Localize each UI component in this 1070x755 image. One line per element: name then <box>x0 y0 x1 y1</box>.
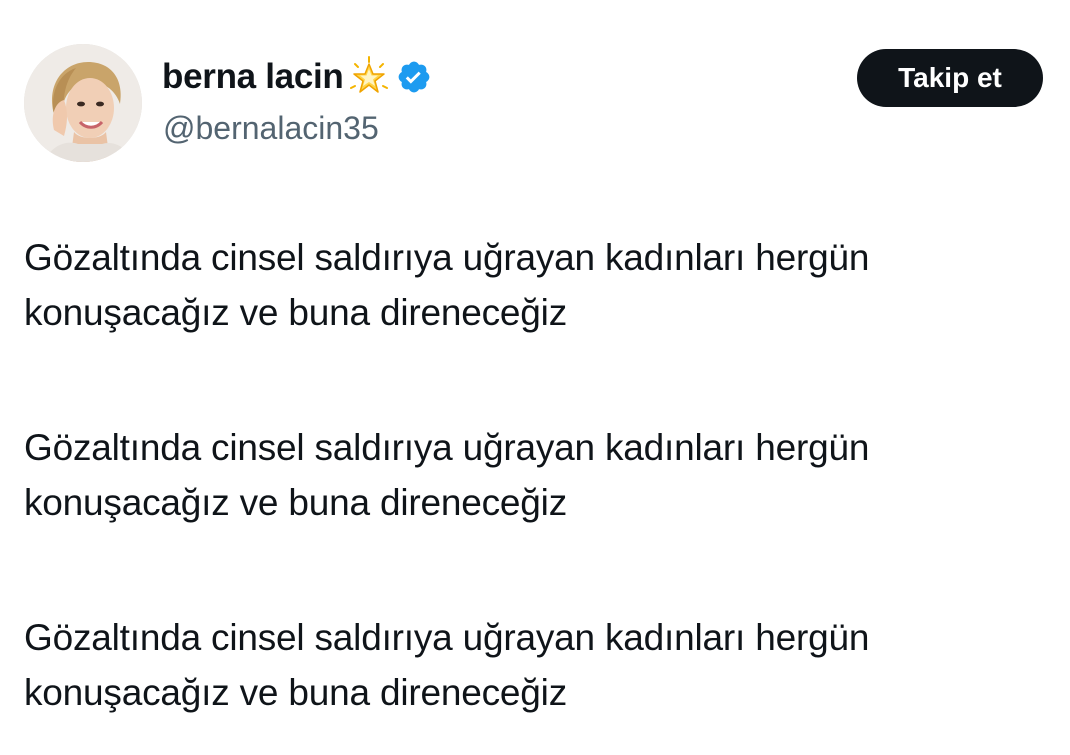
tweet-line: Gözaltında cinsel saldırıya uğrayan kadı… <box>24 427 870 468</box>
tweet-paragraph: Gözaltında cinsel saldırıya uğrayan kadı… <box>24 230 1064 340</box>
author-name-row[interactable]: berna lacin <box>162 52 432 102</box>
tweet-line: Gözaltında cinsel saldırıya uğrayan kadı… <box>24 237 870 278</box>
tweet-line: konuşacağız ve buna direneceğiz <box>24 482 568 523</box>
verified-icon <box>396 59 432 95</box>
author-handle[interactable]: @bernalacin35 <box>163 110 379 147</box>
tweet-text: Gözaltında cinsel saldırıya uğrayan kadı… <box>24 230 1064 720</box>
follow-button[interactable]: Takip et <box>857 49 1043 107</box>
tweet-line: Gözaltında cinsel saldırıya uğrayan kadı… <box>24 617 870 658</box>
display-name[interactable]: berna lacin <box>162 57 344 97</box>
star-icon <box>348 56 390 98</box>
avatar-photo <box>24 44 142 162</box>
tweet-paragraph: Gözaltında cinsel saldırıya uğrayan kadı… <box>24 420 1064 530</box>
avatar[interactable] <box>24 44 142 162</box>
tweet-paragraph: Gözaltında cinsel saldırıya uğrayan kadı… <box>24 610 1064 720</box>
tweet-line: konuşacağız ve buna direneceğiz <box>24 672 568 713</box>
tweet-card: berna lacin @bernalacin35 Takip et Gözal… <box>0 0 1070 755</box>
tweet-line: konuşacağız ve buna direneceğiz <box>24 292 568 333</box>
